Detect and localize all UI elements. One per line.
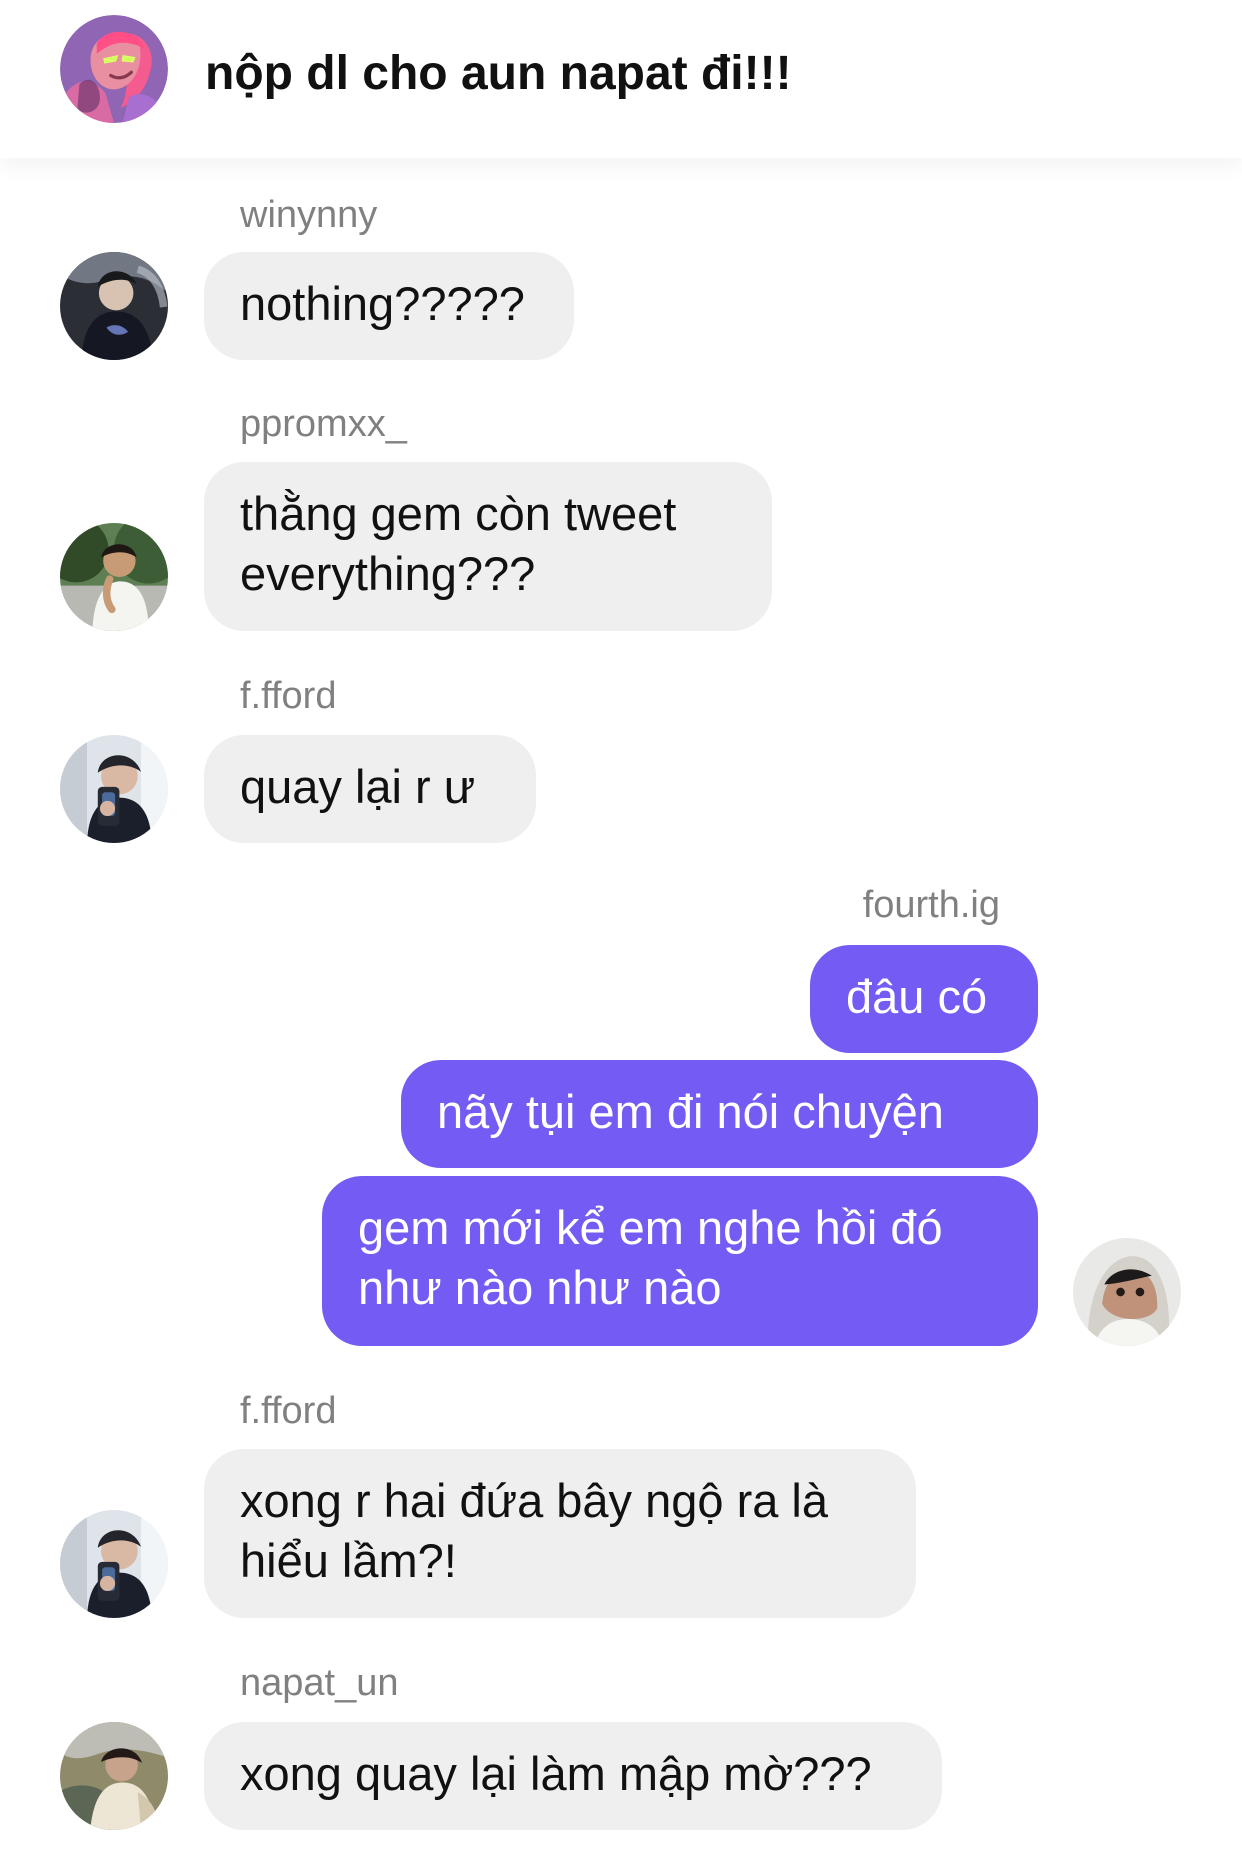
message-bubble[interactable]: xong r hai đứa bây ngộ ra là hiểu lầm?! xyxy=(204,1449,916,1618)
avatar[interactable] xyxy=(60,1722,168,1830)
message-bubble[interactable]: thằng gem còn tweet everything??? xyxy=(204,462,772,631)
person-avatar-icon xyxy=(60,1722,168,1830)
cartoon-avatar-icon xyxy=(60,15,168,123)
avatar[interactable] xyxy=(60,735,168,843)
avatar[interactable] xyxy=(60,523,168,631)
person-avatar-icon xyxy=(1073,1238,1181,1346)
sender-name: winynny xyxy=(240,194,378,236)
sender-name: f.fford xyxy=(240,1390,337,1432)
sender-name: f.fford xyxy=(240,675,337,717)
chat-screen: nộp dl cho aun napat đi!!! winynny nothi… xyxy=(0,0,1242,1864)
message-bubble[interactable]: quay lại r ư xyxy=(204,735,536,843)
chat-title: nộp dl cho aun napat đi!!! xyxy=(205,47,792,100)
message-bubble[interactable]: nothing????? xyxy=(204,252,574,360)
group-avatar[interactable] xyxy=(60,15,168,123)
avatar[interactable] xyxy=(60,1510,168,1618)
sender-name: fourth.ig xyxy=(862,884,1000,926)
avatar[interactable] xyxy=(60,252,168,360)
person-avatar-icon xyxy=(60,252,168,360)
sender-name: napat_un xyxy=(240,1662,399,1704)
person-avatar-icon xyxy=(60,735,168,843)
sender-name: ppromxx_ xyxy=(240,403,407,445)
chat-header: nộp dl cho aun napat đi!!! xyxy=(0,0,1242,158)
message-bubble[interactable]: đâu có xyxy=(810,945,1038,1053)
message-bubble[interactable]: nãy tụi em đi nói chuyện xyxy=(401,1060,1038,1168)
person-avatar-icon xyxy=(60,523,168,631)
message-bubble[interactable]: gem mới kể em nghe hồi đó như nào như nà… xyxy=(322,1176,1038,1346)
message-bubble[interactable]: xong quay lại làm mập mờ??? xyxy=(204,1722,942,1830)
avatar[interactable] xyxy=(1073,1238,1181,1346)
person-avatar-icon xyxy=(60,1510,168,1618)
